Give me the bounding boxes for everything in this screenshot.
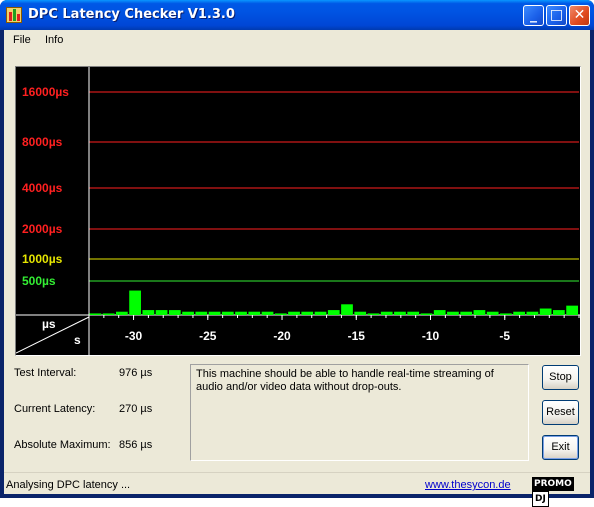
website-link[interactable]: www.thesycon.de [425,479,511,491]
latency-bar [129,290,141,315]
latency-bar [195,311,208,315]
latency-bar [433,310,446,315]
latency-bar [221,311,234,315]
latency-bar [115,311,128,315]
x-tick-label: -5 [499,329,510,343]
corner-unit-s: s [74,333,81,347]
latency-bar [486,311,499,315]
latency-bar [208,311,221,315]
status-message: This machine should be able to handle re… [190,364,529,461]
latency-bar [102,313,115,315]
level-label: 1000µs [22,252,63,266]
latency-bar [367,313,380,315]
level-label: 4000µs [22,181,63,195]
menu-bar: File Info [4,30,590,52]
x-tick-label: -10 [422,329,440,343]
x-tick-label: -30 [125,329,143,343]
level-label: 16000µs [22,85,69,99]
latency-bar [553,310,565,315]
maximize-button[interactable]: □ [546,5,567,26]
latency-bar [526,311,539,315]
absolute-maximum-label: Absolute Maximum: [14,439,111,451]
stop-button[interactable]: Stop [542,365,579,390]
corner-unit-us: µs [42,317,56,331]
latency-bar [261,311,274,315]
latency-bar [327,310,340,315]
current-latency-label: Current Latency: [14,403,96,415]
latency-bar [473,310,486,315]
minimize-button[interactable]: _ [523,5,544,26]
status-bar: Analysing DPC latency ... www.thesycon.d… [4,472,590,507]
app-icon [6,7,22,23]
latency-bar [447,311,459,315]
test-interval-label: Test Interval: [14,367,77,379]
latency-bar [513,311,526,315]
app-window: DPC Latency Checker V1.3.0 _ □ ✕ File In… [0,0,594,507]
latency-bar [182,311,194,315]
latency-bar [566,305,578,315]
absolute-maximum-value: 856 µs [119,439,153,451]
reset-button[interactable]: Reset [542,400,579,425]
latency-bar [274,313,287,315]
level-label: 2000µs [22,222,63,236]
latency-bar [420,313,433,315]
x-tick-label: -25 [199,329,217,343]
latency-bar [460,311,473,315]
latency-bar [168,310,181,315]
latency-bar [155,310,168,315]
logo-left-text: PROMO [532,477,574,491]
menu-info[interactable]: Info [45,34,63,46]
menu-file[interactable]: File [13,34,31,46]
latency-bar [248,311,261,315]
level-label: 8000µs [22,135,63,149]
test-interval-value: 976 µs [119,367,153,379]
close-button[interactable]: ✕ [569,5,590,26]
logo-right-text: DJ [532,491,549,507]
latency-graph-canvas: 16000µs 8000µs 4000µs 2000µs 1000µs 500µs µs s -… [16,67,580,355]
latency-bar [288,311,300,315]
level-label: 500µs [22,274,56,288]
latency-bar [301,311,314,315]
title-bar[interactable]: DPC Latency Checker V1.3.0 _ □ ✕ [0,0,594,30]
x-tick-label: -15 [348,329,366,343]
latency-bar [314,311,327,315]
latency-bar [407,311,420,315]
x-tick-label: -20 [273,329,291,343]
latency-bar [354,311,367,315]
latency-bar [500,313,512,315]
latency-bar [89,313,102,315]
latency-graph: 16000µs 8000µs 4000µs 2000µs 1000µs 500µs µs s -… [15,66,581,356]
status-text: Analysing DPC latency ... [6,479,131,491]
latency-bar [142,310,155,315]
window-title: DPC Latency Checker V1.3.0 [28,7,235,22]
current-latency-value: 270 µs [119,403,153,415]
promodj-logo: PROMODJ [532,477,590,507]
latency-bar [394,311,406,315]
exit-button[interactable]: Exit [542,435,579,460]
latency-bar [539,308,552,315]
client-area: File Info 16000µs 8000µs 4000µs 2000µs 1000µ… [4,30,590,507]
latency-bar [380,311,393,315]
latency-bar [341,304,353,315]
latency-bar [235,311,247,315]
